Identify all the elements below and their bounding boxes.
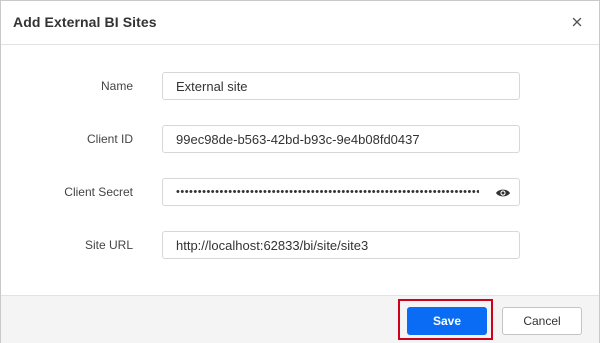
site-url-field xyxy=(162,231,520,259)
client-id-label: Client ID xyxy=(86,132,133,146)
client-secret-input[interactable] xyxy=(163,179,519,205)
name-label: Name xyxy=(100,79,133,93)
client-secret-field xyxy=(162,178,520,206)
name-input[interactable] xyxy=(163,73,519,99)
dialog-footer: Save Cancel xyxy=(1,295,599,343)
client-id-input[interactable] xyxy=(163,126,519,152)
client-id-field xyxy=(162,125,520,153)
dialog-header: Add External BI Sites xyxy=(1,1,599,45)
add-external-bi-sites-dialog: Add External BI Sites Name Client ID Cli… xyxy=(0,0,600,343)
show-secret-toggle[interactable] xyxy=(495,186,511,200)
close-button[interactable] xyxy=(569,14,585,30)
client-secret-label: Client Secret xyxy=(64,185,133,199)
name-field xyxy=(162,72,520,100)
save-button[interactable]: Save xyxy=(407,307,487,335)
eye-icon xyxy=(496,189,510,197)
form-row-client-id: Client ID xyxy=(1,125,599,155)
close-icon xyxy=(572,17,582,27)
form-row-name: Name xyxy=(1,72,599,102)
site-url-label: Site URL xyxy=(84,238,133,252)
form-row-site-url: Site URL xyxy=(1,231,599,261)
dialog-title: Add External BI Sites xyxy=(13,14,157,30)
form-row-client-secret: Client Secret xyxy=(1,178,599,208)
site-url-input[interactable] xyxy=(163,232,519,258)
cancel-button[interactable]: Cancel xyxy=(502,307,582,335)
